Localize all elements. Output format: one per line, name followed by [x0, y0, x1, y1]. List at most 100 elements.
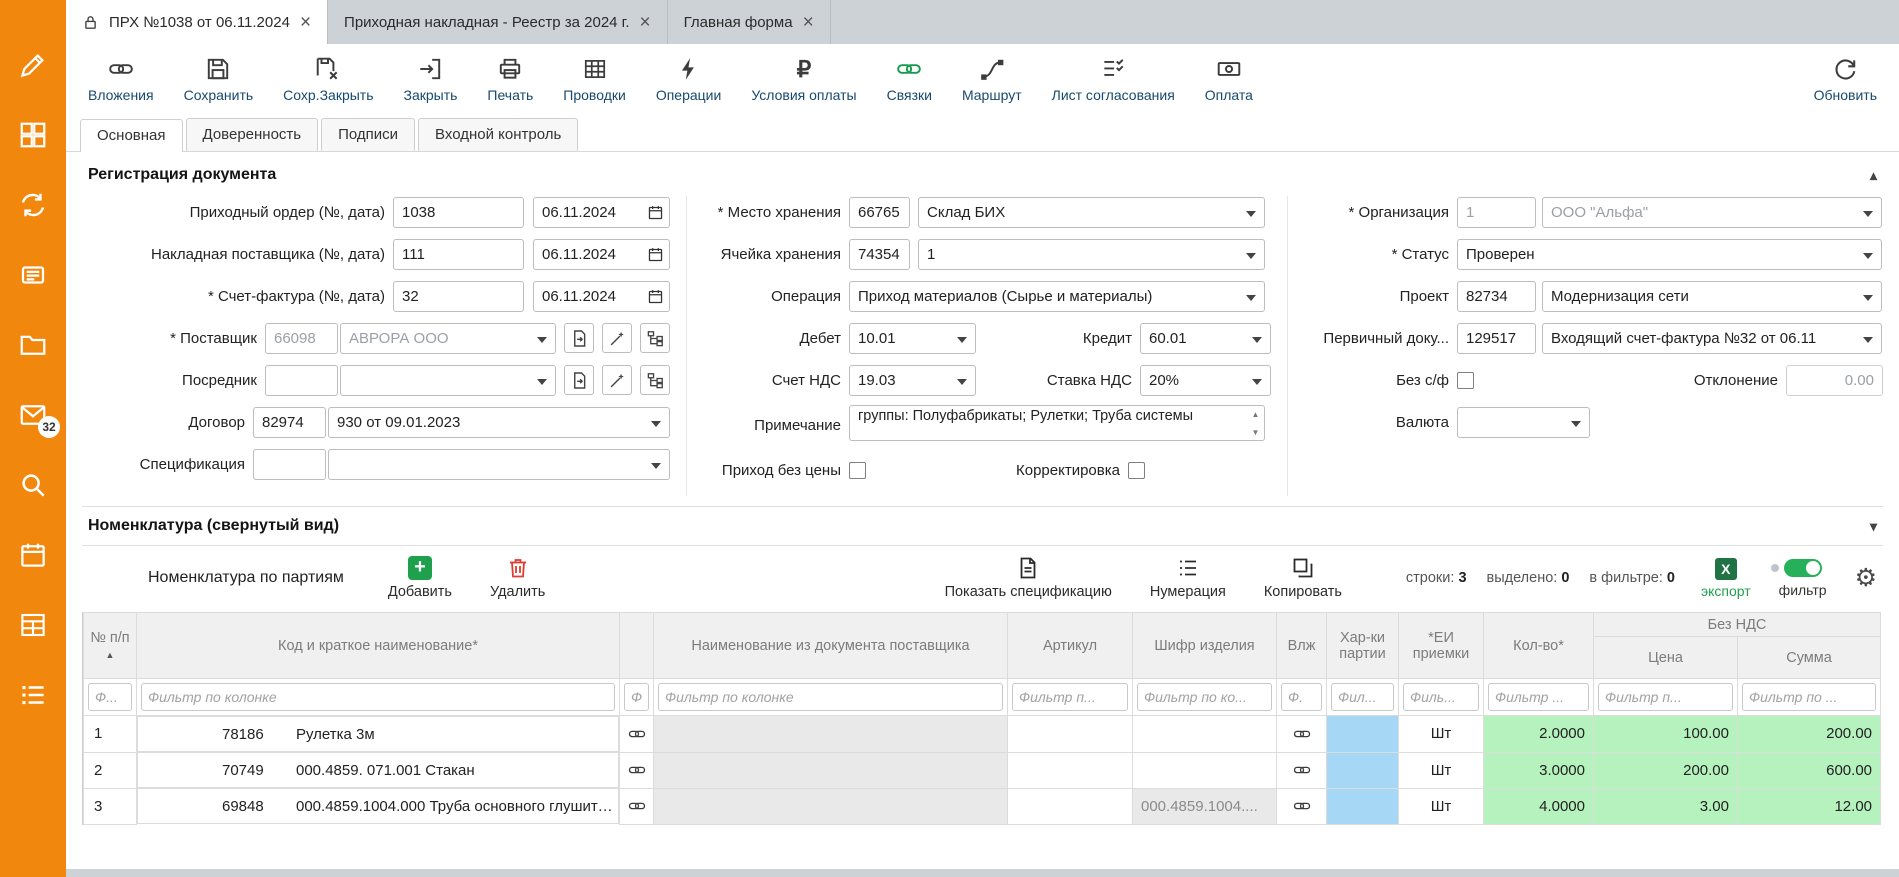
unit-cell[interactable]: Шт [1399, 752, 1484, 788]
spec-code-input[interactable] [253, 449, 326, 480]
col-header-article[interactable]: Артикул [1008, 613, 1133, 679]
qty-cell[interactable]: 3.0000 [1484, 752, 1594, 788]
deviation-input[interactable] [1786, 365, 1883, 396]
batch-char-cell[interactable] [1327, 716, 1399, 753]
route-button[interactable]: Маршрут [962, 56, 1022, 103]
column-filter-input[interactable] [1742, 683, 1876, 711]
postings-button[interactable]: Проводки [563, 56, 626, 103]
col-header-cipher[interactable]: Шифр изделия [1133, 613, 1277, 679]
open-card-button[interactable] [564, 365, 594, 395]
column-filter-input[interactable] [1331, 683, 1394, 711]
col-header-link[interactable] [620, 613, 654, 679]
correction-checkbox[interactable] [1128, 462, 1145, 479]
col-header-price[interactable]: Цена [1594, 637, 1738, 679]
col-header-qty[interactable]: Кол-во* [1484, 613, 1594, 679]
cipher-cell[interactable] [1133, 752, 1277, 788]
col-header-unit[interactable]: *ЕИ приемки [1399, 613, 1484, 679]
debit-select[interactable]: 10.01 [849, 323, 976, 354]
terminal-icon[interactable] [18, 260, 48, 290]
row-num-cell[interactable]: 2 [84, 752, 137, 788]
table-icon[interactable] [18, 610, 48, 640]
sort-asc-icon[interactable]: ▲ [106, 650, 115, 660]
close-button[interactable]: Закрыть [404, 56, 458, 103]
supplier-code-input[interactable] [265, 323, 338, 354]
payment-button[interactable]: Оплата [1205, 56, 1253, 103]
save-close-button[interactable]: Сохр.Закрыть [283, 56, 373, 103]
supplier-select[interactable]: АВРОРА ООО [340, 323, 556, 354]
no-sf-checkbox[interactable] [1457, 372, 1474, 389]
sync-icon[interactable] [18, 190, 48, 220]
refresh-button[interactable]: Обновить [1814, 56, 1877, 103]
link-cell[interactable] [620, 716, 654, 753]
attachments-button[interactable]: Вложения [88, 56, 154, 103]
collapse-section-icon[interactable]: ▴ [1870, 167, 1877, 184]
print-button[interactable]: Печать [487, 56, 533, 103]
row-num-cell[interactable]: 1 [84, 716, 137, 753]
numbering-button[interactable]: Нумерация [1150, 556, 1226, 600]
col-header-codename[interactable]: Код и краткое наименование* [137, 613, 620, 679]
calendar-icon[interactable] [647, 288, 664, 305]
codename-cell[interactable]: 78186Рулетка 3м [137, 716, 619, 752]
calendar-icon[interactable] [647, 204, 664, 221]
tab-input-control[interactable]: Входной контроль [418, 118, 578, 151]
dashboard-icon[interactable] [18, 120, 48, 150]
unit-cell[interactable]: Шт [1399, 716, 1484, 753]
column-filter-input[interactable] [1488, 683, 1589, 711]
mediator-code-input[interactable] [265, 365, 338, 396]
status-select[interactable]: Проверен [1457, 239, 1882, 270]
approval-sheet-button[interactable]: Лист согласования [1052, 56, 1175, 103]
window-tab-register[interactable]: Приходная накладная - Реестр за 2024 г. … [328, 0, 668, 44]
credit-select[interactable]: 60.01 [1140, 323, 1271, 354]
mediator-select[interactable] [340, 365, 556, 396]
primary-doc-code-input[interactable] [1457, 323, 1536, 354]
column-filter-input[interactable] [624, 683, 649, 711]
col-header-attachment[interactable]: Влж [1277, 613, 1327, 679]
attachment-cell[interactable] [1277, 716, 1327, 753]
show-spec-button[interactable]: Показать спецификацию [945, 556, 1112, 600]
table-row[interactable]: 1 78186Рулетка 3м Шт 2.0000 100.00 200.0 [84, 716, 1881, 753]
add-row-button[interactable]: + Добавить [388, 556, 452, 600]
currency-select[interactable] [1457, 407, 1590, 438]
link-cell[interactable] [620, 788, 654, 824]
column-filter-input[interactable] [1598, 683, 1733, 711]
toggle-switch-icon[interactable] [1784, 559, 1822, 577]
note-textarea[interactable]: группы: Полуфабрикаты; Рулетки; Труба си… [849, 405, 1265, 441]
links-button[interactable]: Связки [887, 56, 932, 103]
table-row[interactable]: 2 70749000.4859. 071.001 Стакан Шт 3.000… [84, 752, 1881, 788]
window-tab-document[interactable]: ПРХ №1038 от 06.11.2024 × [66, 0, 328, 44]
operation-select[interactable]: Приход материалов (Сырье и материалы) [849, 281, 1265, 312]
batch-char-cell[interactable] [1327, 788, 1399, 824]
auto-fill-button[interactable] [602, 323, 632, 353]
attachment-cell[interactable] [1277, 788, 1327, 824]
contract-code-input[interactable] [253, 407, 326, 438]
col-header-sum[interactable]: Сумма [1738, 637, 1881, 679]
save-button[interactable]: Сохранить [184, 56, 254, 103]
column-filter-input[interactable] [88, 683, 132, 711]
no-price-checkbox[interactable] [849, 462, 866, 479]
price-cell[interactable]: 200.00 [1594, 752, 1738, 788]
payment-terms-button[interactable]: ₽Условия оплаты [751, 56, 856, 103]
scroll-up-icon[interactable]: ▲ [1249, 409, 1262, 421]
organization-code-input[interactable] [1457, 197, 1536, 228]
unit-cell[interactable]: Шт [1399, 788, 1484, 824]
project-select[interactable]: Модернизация сети [1542, 281, 1882, 312]
folder-icon[interactable] [18, 330, 48, 360]
column-filter-input[interactable] [1281, 683, 1322, 711]
hierarchy-button[interactable] [640, 323, 670, 353]
vat-account-select[interactable]: 19.03 [849, 365, 976, 396]
article-cell[interactable] [1008, 716, 1133, 753]
link-cell[interactable] [620, 752, 654, 788]
project-code-input[interactable] [1457, 281, 1536, 312]
edit-icon[interactable] [18, 50, 48, 80]
order-number-input[interactable] [393, 197, 524, 228]
close-tab-icon[interactable]: × [640, 13, 651, 32]
calendar-icon[interactable] [647, 246, 664, 263]
supplier-name-cell[interactable] [654, 716, 1008, 753]
delete-row-button[interactable]: Удалить [490, 556, 545, 600]
cipher-cell[interactable]: 000.4859.1004.... [1133, 788, 1277, 824]
supplier-name-cell[interactable] [654, 788, 1008, 824]
auto-fill-button[interactable] [602, 365, 632, 395]
sum-cell[interactable]: 12.00 [1738, 788, 1881, 824]
copy-button[interactable]: Копировать [1264, 556, 1342, 600]
operations-button[interactable]: Операции [656, 56, 722, 103]
